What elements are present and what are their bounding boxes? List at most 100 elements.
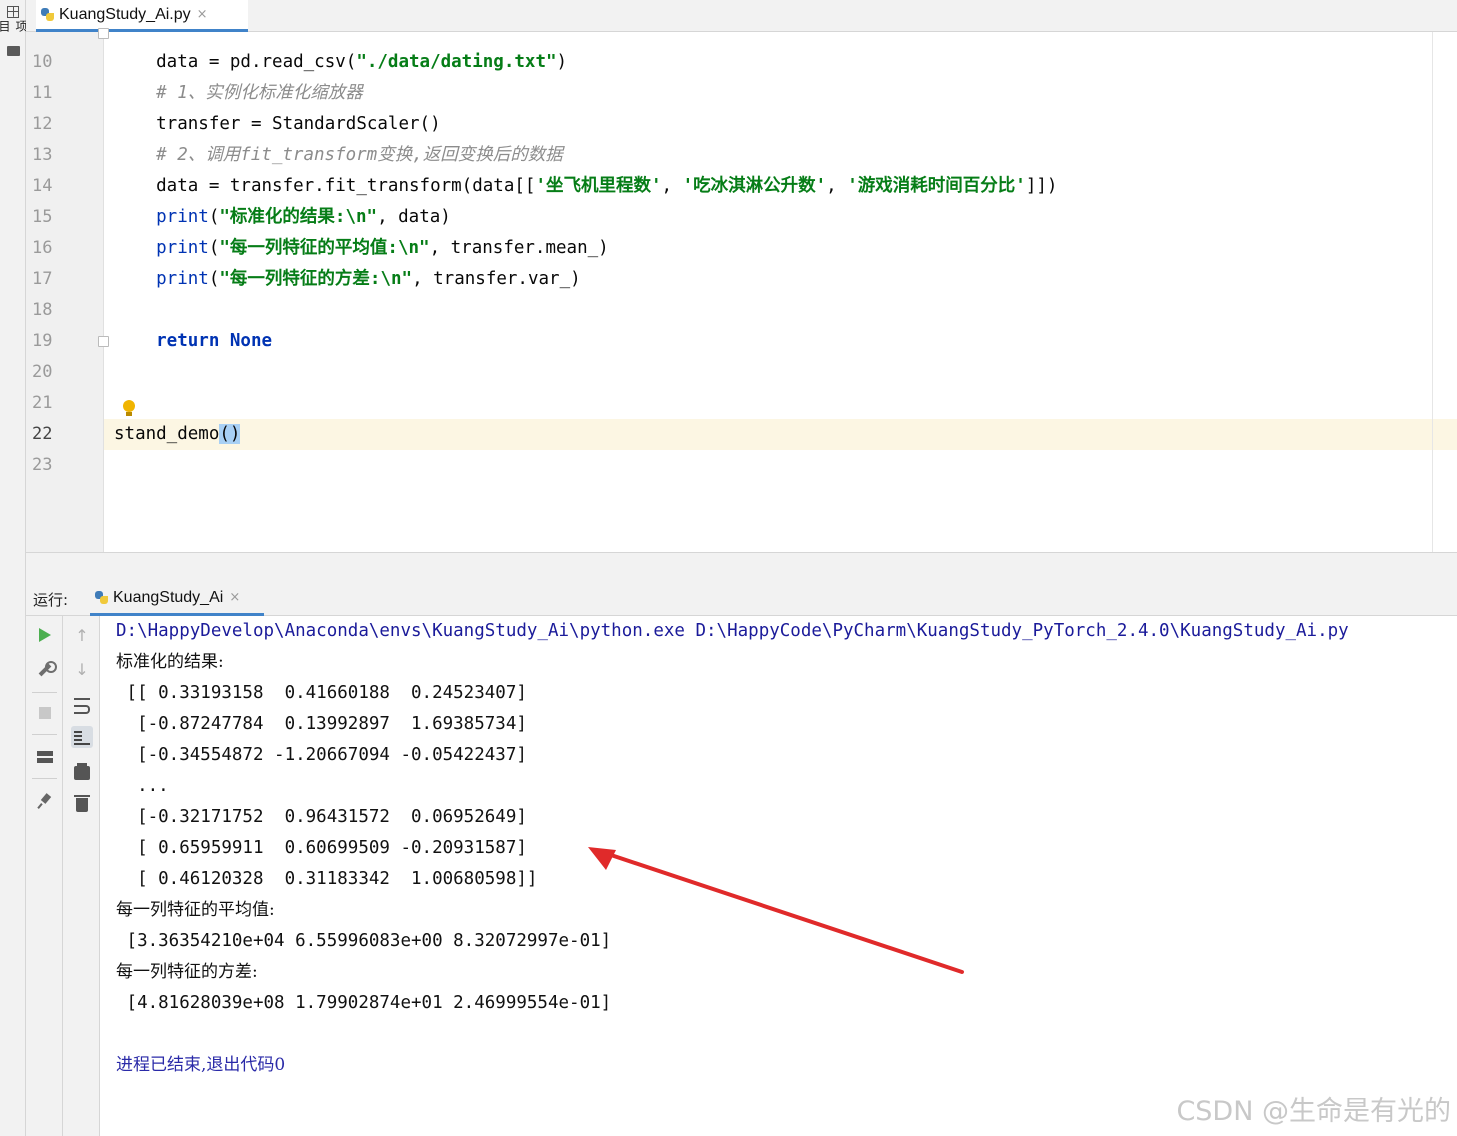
stop-button[interactable] — [34, 702, 56, 724]
line-number: 14 — [32, 176, 53, 196]
console-array-row: ... — [116, 776, 169, 796]
console-array-row: [ 0.65959911 0.60699509 -0.20931587] — [116, 838, 527, 858]
panel-splitter[interactable] — [26, 552, 1457, 582]
python-run-icon — [94, 590, 110, 606]
arrow-down-icon: ↓ — [75, 659, 89, 679]
line-number: 13 — [32, 145, 53, 165]
string-token: "标准化的结果:\n" — [219, 207, 378, 227]
line-number: 11 — [32, 83, 53, 103]
code-token: data = transfer.fit_transform(data[[ — [114, 176, 536, 196]
stop-icon — [39, 707, 51, 719]
line-number: 20 — [32, 362, 53, 382]
line-number: 12 — [32, 114, 53, 134]
builtin-token: print — [114, 238, 209, 258]
code-token: , transfer.var_) — [412, 269, 581, 289]
code-token: ]]) — [1025, 176, 1058, 196]
code-editor[interactable]: 10 11 12 13 14 15 16 17 18 19 20 21 22 2… — [26, 28, 1457, 552]
run-panel-title: 运行: — [33, 591, 69, 609]
clear-all-button[interactable] — [71, 794, 93, 816]
fold-marker[interactable] — [98, 28, 109, 39]
run-toolbar-primary — [26, 616, 63, 1136]
scroll-down-button[interactable]: ↓ — [71, 658, 93, 680]
code-line-12: transfer = StandardScaler() — [114, 114, 441, 134]
python-file-icon — [40, 7, 56, 23]
matched-paren: () — [219, 424, 241, 444]
soft-wrap-icon — [74, 698, 90, 714]
annotation-arrow — [588, 847, 964, 974]
code-token: ( — [208, 238, 220, 258]
line-number-current: 22 — [32, 424, 53, 444]
string-token: '坐飞机里程数' — [535, 176, 662, 196]
project-tool-button[interactable]: 项目 — [0, 6, 28, 56]
line-number: 18 — [32, 300, 53, 320]
print-button[interactable] — [71, 762, 93, 784]
console-exit-message: 进程已结束,退出代码0 — [116, 1055, 286, 1075]
edit-config-button[interactable] — [34, 658, 57, 680]
line-number: 19 — [32, 331, 53, 351]
arrow-head — [588, 847, 616, 870]
code-line-14: data = transfer.fit_transform(data[['坐飞机… — [114, 171, 1057, 202]
code-token: ) — [556, 52, 568, 72]
string-token: "./data/dating.txt" — [356, 52, 557, 72]
wrench-icon — [37, 661, 57, 677]
code-line-22: stand_demo() — [114, 419, 241, 450]
console-array-row: [-0.87247784 0.13992897 1.69385734] — [116, 714, 527, 734]
console-label-variance: 每一列特征的方差: — [116, 962, 258, 982]
code-line-17: print("每一列特征的方差:\n", transfer.var_) — [114, 264, 581, 295]
builtin-token: print — [114, 207, 209, 227]
run-tab-label: KuangStudy_Ai — [113, 588, 224, 606]
keyword-token: None — [219, 331, 273, 351]
console-mean-values: [3.36354210e+04 6.55996083e+00 8.3207299… — [116, 931, 612, 951]
line-number: 17 — [32, 269, 53, 289]
console-array-row: [ 0.46120328 0.31183342 1.00680598]] — [116, 869, 538, 889]
arrow-shaft — [600, 850, 964, 974]
line-number: 16 — [32, 238, 53, 258]
code-token: ( — [208, 207, 220, 227]
scroll-up-button[interactable]: ↑ — [71, 624, 93, 646]
fold-marker[interactable] — [98, 336, 109, 347]
console-array-row: [[ 0.33193158 0.41660188 0.24523407] — [116, 683, 527, 703]
code-token: , data) — [377, 207, 451, 227]
watermark: CSDN @生命是有光的 — [1176, 1096, 1451, 1127]
pin-tab-button[interactable] — [34, 790, 56, 812]
code-token: , transfer.mean_) — [429, 238, 609, 258]
console-array-row: [-0.32171752 0.96431572 0.06952649] — [116, 807, 527, 827]
console-label-mean: 每一列特征的平均值: — [116, 900, 275, 920]
editor-tab-label: KuangStudy_Ai.py — [59, 5, 191, 23]
console-label-result: 标准化的结果: — [116, 652, 224, 672]
soft-wrap-button[interactable] — [71, 694, 93, 716]
line-number: 23 — [32, 455, 53, 475]
rerun-button[interactable] — [34, 624, 56, 646]
code-line-11-comment: # 1、实例化标准化缩放器 — [114, 83, 363, 103]
play-icon — [39, 628, 51, 642]
project-structure-icon — [7, 6, 19, 18]
builtin-token: print — [114, 269, 209, 289]
scroll-to-end-icon — [74, 729, 90, 745]
layout-button[interactable] — [34, 746, 56, 768]
console-variance-values: [4.81628039e+08 1.79902874e+01 2.4699955… — [116, 993, 612, 1013]
code-line-10: data = pd.read_csv("./data/dating.txt") — [114, 47, 567, 78]
code-token: data = pd.read_csv( — [114, 52, 357, 72]
close-run-tab-icon[interactable]: × — [229, 590, 240, 605]
arrow-up-icon: ↑ — [75, 625, 89, 645]
code-line-13-comment: # 2、调用fit_transform变换,返回变换后的数据 — [114, 145, 563, 165]
lightbulb-icon[interactable] — [122, 400, 136, 418]
string-token: "每一列特征的方差:\n" — [219, 269, 413, 289]
close-tab-icon[interactable]: × — [197, 7, 208, 22]
editor-tab-bar: KuangStudy_Ai.py × — [26, 0, 1457, 32]
folder-icon — [6, 46, 20, 56]
code-token: , — [661, 176, 683, 196]
console-command-line: D:\HappyDevelop\Anaconda\envs\KuangStudy… — [116, 621, 1349, 641]
string-token: '吃冰淇淋公升数' — [682, 176, 827, 196]
code-line-19: return None — [114, 326, 272, 357]
keyword-token: return — [114, 331, 220, 351]
line-number: 15 — [32, 207, 53, 227]
run-tab-kuangstudy-ai[interactable]: KuangStudy_Ai × — [90, 582, 264, 616]
line-number: 21 — [32, 393, 53, 413]
scroll-to-end-button[interactable] — [71, 726, 93, 748]
code-token: , — [826, 176, 848, 196]
line-number: 10 — [32, 52, 53, 72]
editor-tab-kuangstudy-ai[interactable]: KuangStudy_Ai.py × — [36, 0, 248, 32]
console-array-row: [-0.34554872 -1.20667094 -0.05422437] — [116, 745, 527, 765]
string-token: '游戏消耗时间百分比' — [847, 176, 1026, 196]
